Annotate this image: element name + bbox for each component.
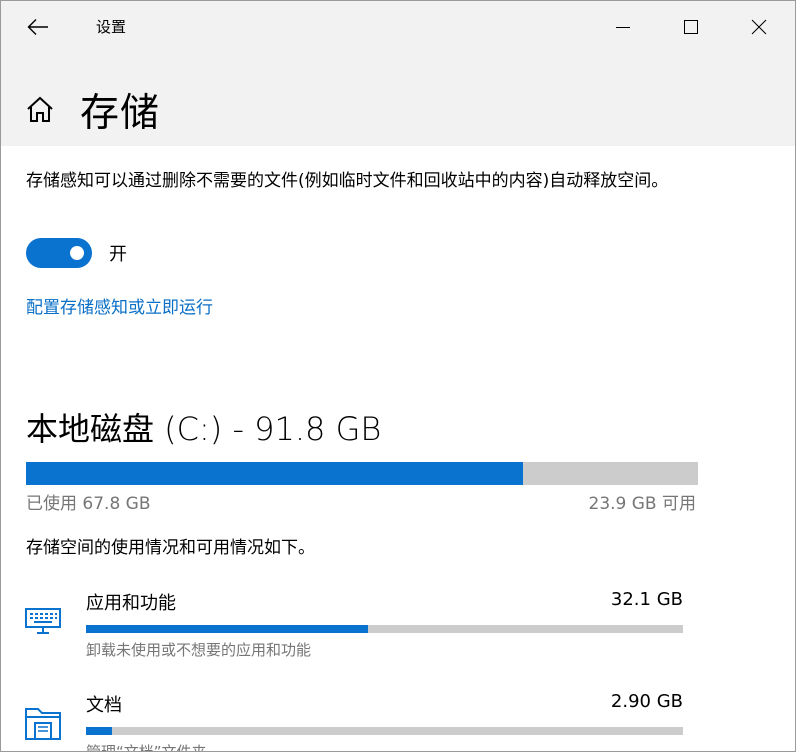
disk-usage-bar-fill — [26, 462, 523, 485]
back-button[interactable] — [15, 7, 61, 47]
page-title: 存储 — [80, 91, 161, 136]
maximize-icon — [684, 20, 698, 34]
category-usage-bar-fill — [86, 727, 112, 735]
window-title: 设置 — [96, 18, 127, 36]
category-name: 应用和功能 — [86, 593, 176, 614]
usage-description: 存储空间的使用情况和可用情况如下。 — [26, 538, 315, 558]
minimize-button[interactable] — [589, 1, 657, 53]
storage-sense-toggle[interactable] — [26, 238, 92, 268]
folder-icon — [25, 708, 61, 740]
category-size: 32.1 GB — [610, 589, 683, 610]
back-arrow-icon — [27, 19, 48, 35]
category-usage-bar — [86, 625, 683, 633]
settings-window: 设置 存储 存储感知可以通过删除不需要的文件(例如临时文件和回收站中的内容)自动… — [0, 0, 796, 752]
category-description: 卸载未使用或不想要的应用和功能 — [86, 641, 312, 659]
minimize-icon — [616, 27, 630, 28]
disk-free-label: 23.9 GB 可用 — [588, 494, 697, 514]
title-bar[interactable]: 设置 — [1, 1, 795, 53]
maximize-button[interactable] — [657, 1, 725, 53]
category-name: 文档 — [86, 695, 122, 716]
category-size: 2.90 GB — [610, 691, 683, 712]
close-icon — [751, 19, 767, 35]
category-documents[interactable]: 文档 2.90 GB 管理“文档”文件夹 — [1, 691, 795, 752]
disk-title: 本地磁盘 (C:) - 91.8 GB — [26, 410, 382, 448]
category-apps[interactable]: 应用和功能 32.1 GB 卸载未使用或不想要的应用和功能 — [1, 589, 795, 679]
keyboard-icon — [25, 608, 61, 634]
disk-used-label: 已使用 67.8 GB — [26, 494, 151, 514]
category-usage-bar-fill — [86, 625, 369, 633]
configure-storage-sense-link[interactable]: 配置存储感知或立即运行 — [26, 293, 213, 318]
toggle-knob — [70, 246, 84, 260]
storage-sense-description: 存储感知可以通过删除不需要的文件(例如临时文件和回收站中的内容)自动释放空间。 — [26, 171, 669, 191]
category-usage-bar — [86, 727, 683, 735]
toggle-state-label: 开 — [109, 244, 127, 265]
close-button[interactable] — [725, 1, 793, 53]
category-description: 管理“文档”文件夹 — [86, 743, 207, 752]
disk-usage-bar — [26, 462, 698, 485]
home-icon[interactable] — [23, 93, 57, 127]
